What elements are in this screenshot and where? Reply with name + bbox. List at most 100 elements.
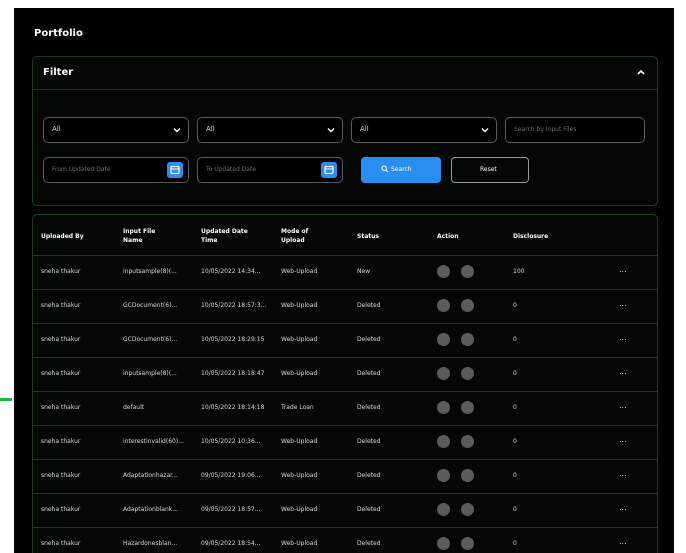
chevron-down-icon bbox=[173, 128, 181, 133]
cell-input-file: Adaptationhazar... bbox=[123, 472, 178, 479]
view-icon[interactable] bbox=[437, 503, 450, 516]
cell-uploaded-by: sneha thakur bbox=[41, 472, 81, 479]
cell-status: New bbox=[357, 268, 371, 275]
table-row[interactable]: sneha thakur GCDocument(6)... 10/05/2022 1… bbox=[33, 289, 657, 322]
header-mode: Mode of Upload bbox=[281, 228, 309, 244]
table-row[interactable]: sneha thakur GCDocument(6)... 10/05/2022 1… bbox=[33, 323, 657, 356]
from-date-field[interactable]: From Updated Date bbox=[43, 157, 189, 183]
view-icon[interactable] bbox=[437, 265, 450, 278]
cell-mode: Web-Upload bbox=[281, 438, 318, 445]
cell-updated-date: 10/05/2022 18:29:15 bbox=[201, 336, 265, 343]
filter-panel: Filter All All All Search by Input Files… bbox=[32, 56, 658, 206]
to-date-placeholder: To Updated Date bbox=[206, 166, 257, 173]
page-title: Portfolio bbox=[34, 28, 83, 39]
cell-status: Deleted bbox=[357, 404, 381, 411]
cell-status: Deleted bbox=[357, 302, 381, 309]
more-options-icon[interactable]: ... bbox=[619, 401, 627, 410]
cell-mode: Web-Upload bbox=[281, 540, 318, 547]
table-row[interactable]: sneha thakur interestinvalid(60)... 10/05/… bbox=[33, 425, 657, 458]
view-icon[interactable] bbox=[437, 333, 450, 346]
cell-updated-date: 09/05/2022 18:57... bbox=[201, 506, 261, 513]
cell-mode: Web-Upload bbox=[281, 506, 318, 513]
more-options-icon[interactable]: ... bbox=[619, 367, 627, 376]
delete-icon[interactable] bbox=[461, 537, 474, 550]
header-updated-date: Updated Date Time bbox=[201, 228, 248, 244]
delete-icon[interactable] bbox=[461, 469, 474, 482]
cell-mode: Web-Upload bbox=[281, 336, 318, 343]
cell-status: Deleted bbox=[357, 438, 381, 445]
search-button[interactable]: Search bbox=[361, 157, 441, 183]
table-row[interactable]: sneha thakur Adaptationblank... 09/05/2022… bbox=[33, 493, 657, 526]
cell-disclosure: 0 bbox=[513, 336, 517, 343]
search-button-label: Search bbox=[391, 166, 412, 173]
cell-uploaded-by: sneha thakur bbox=[41, 438, 81, 445]
from-date-placeholder: From Updated Date bbox=[52, 166, 111, 173]
cell-disclosure: 0 bbox=[513, 472, 517, 479]
more-options-icon[interactable]: ... bbox=[619, 537, 627, 546]
header-input-file: Input File Name bbox=[123, 228, 156, 244]
cell-status: Deleted bbox=[357, 540, 381, 547]
cell-updated-date: 10/05/2022 14:34... bbox=[201, 268, 261, 275]
more-options-icon[interactable]: ... bbox=[619, 333, 627, 342]
view-icon[interactable] bbox=[437, 367, 450, 380]
cell-uploaded-by: sneha thakur bbox=[41, 404, 81, 411]
portfolio-app: Portfolio Filter All All All Search by I… bbox=[14, 8, 674, 553]
table-row[interactable]: sneha thakur inputsample(8)(... 10/05/2022… bbox=[33, 255, 657, 288]
cell-status: Deleted bbox=[357, 472, 381, 479]
table-row[interactable]: sneha thakur Adaptationhazar... 09/05/2022… bbox=[33, 459, 657, 492]
cell-updated-date: 10/05/2022 18:18:47 bbox=[201, 370, 265, 377]
cell-input-file: inputsample(8)(... bbox=[123, 370, 177, 377]
table-row[interactable]: sneha thakur inputsample(8)(... 10/05/2022… bbox=[33, 357, 657, 390]
cell-uploaded-by: sneha thakur bbox=[41, 268, 81, 275]
reset-button[interactable]: Reset bbox=[451, 157, 529, 183]
cell-mode: Web-Upload bbox=[281, 302, 318, 309]
delete-icon[interactable] bbox=[461, 333, 474, 346]
table-row[interactable]: sneha thakur Hazardonesblan... 09/05/2022 … bbox=[33, 527, 657, 553]
cell-uploaded-by: sneha thakur bbox=[41, 540, 81, 547]
chevron-down-icon bbox=[481, 128, 489, 133]
cell-status: Deleted bbox=[357, 336, 381, 343]
delete-icon[interactable] bbox=[461, 367, 474, 380]
view-icon[interactable] bbox=[437, 537, 450, 550]
cell-uploaded-by: sneha thakur bbox=[41, 336, 81, 343]
search-icon bbox=[381, 165, 389, 173]
view-icon[interactable] bbox=[437, 299, 450, 312]
more-options-icon[interactable]: ... bbox=[619, 435, 627, 444]
chevron-up-icon[interactable] bbox=[635, 66, 647, 78]
cell-input-file: default bbox=[123, 404, 145, 411]
select-filter-1[interactable]: All bbox=[43, 117, 189, 143]
more-options-icon[interactable]: ... bbox=[619, 469, 627, 478]
calendar-icon[interactable] bbox=[167, 162, 183, 178]
cell-input-file: Adaptationblank... bbox=[123, 506, 178, 513]
view-icon[interactable] bbox=[437, 469, 450, 482]
more-options-icon[interactable]: ... bbox=[619, 299, 627, 308]
select-filter-2[interactable]: All bbox=[197, 117, 343, 143]
calendar-icon[interactable] bbox=[321, 162, 337, 178]
search-input[interactable]: Search by Input Files bbox=[505, 117, 645, 143]
cell-updated-date: 09/05/2022 18:54... bbox=[201, 540, 261, 547]
filter-header[interactable]: Filter bbox=[33, 57, 657, 90]
view-icon[interactable] bbox=[437, 435, 450, 448]
delete-icon[interactable] bbox=[461, 299, 474, 312]
delete-icon[interactable] bbox=[461, 265, 474, 278]
cell-status: Deleted bbox=[357, 506, 381, 513]
cell-disclosure: 0 bbox=[513, 506, 517, 513]
cell-updated-date: 10/05/2022 18:14:18 bbox=[201, 404, 265, 411]
select-filter-3[interactable]: All bbox=[351, 117, 497, 143]
cell-input-file: GCDocument(6)... bbox=[123, 302, 178, 309]
delete-icon[interactable] bbox=[461, 435, 474, 448]
view-icon[interactable] bbox=[437, 401, 450, 414]
cell-input-file: interestinvalid(60)... bbox=[123, 438, 184, 445]
search-input-placeholder: Search by Input Files bbox=[514, 126, 577, 133]
cell-uploaded-by: sneha thakur bbox=[41, 302, 81, 309]
cell-mode: Web-Upload bbox=[281, 268, 318, 275]
to-date-field[interactable]: To Updated Date bbox=[197, 157, 343, 183]
cell-disclosure: 0 bbox=[513, 540, 517, 547]
cell-status: Deleted bbox=[357, 370, 381, 377]
delete-icon[interactable] bbox=[461, 503, 474, 516]
more-options-icon[interactable]: ... bbox=[619, 265, 627, 274]
table-row[interactable]: sneha thakur default 10/05/2022 18:14:18 Tr… bbox=[33, 391, 657, 424]
table-header: Uploaded By Input File Name Updated Date… bbox=[33, 215, 657, 255]
delete-icon[interactable] bbox=[461, 401, 474, 414]
more-options-icon[interactable]: ... bbox=[619, 503, 627, 512]
